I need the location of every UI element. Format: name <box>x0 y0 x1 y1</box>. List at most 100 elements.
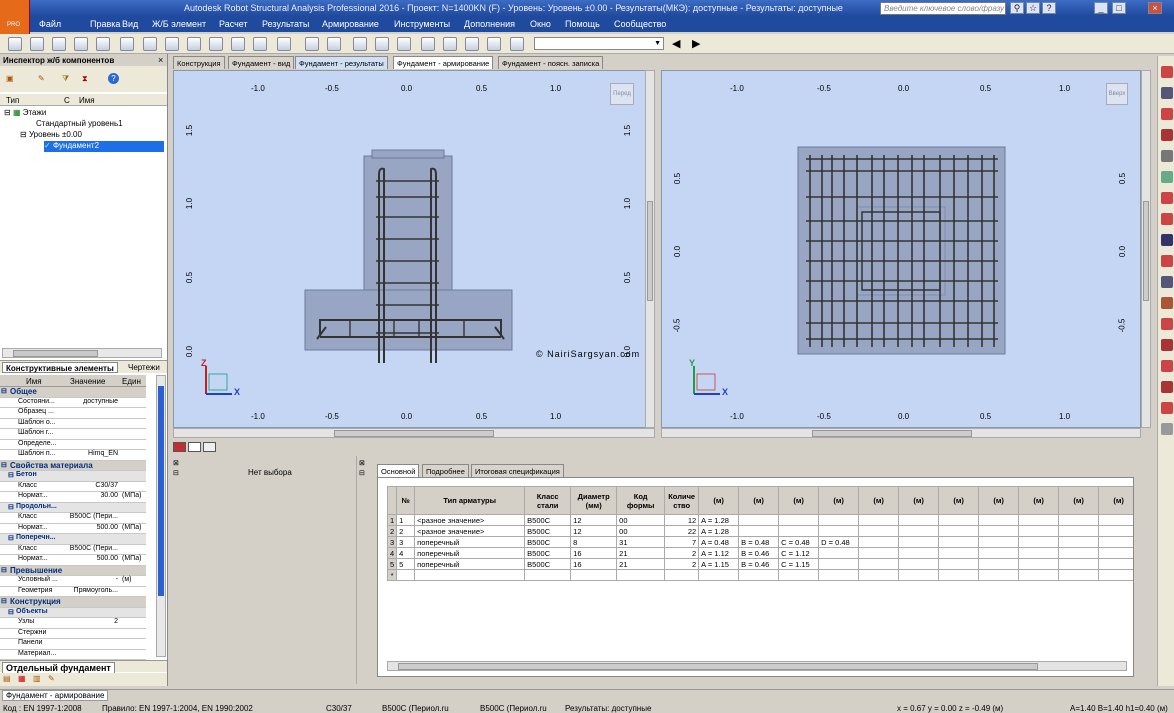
table-cell[interactable]: поперечный <box>414 558 526 570</box>
side-tool-icon[interactable] <box>1161 255 1173 267</box>
column-header[interactable]: (м) <box>778 486 820 515</box>
scissors-icon[interactable] <box>187 37 201 51</box>
table-cell[interactable] <box>978 569 1020 581</box>
close-icon[interactable]: × <box>158 55 163 65</box>
pin-icon[interactable]: ⊟ <box>173 469 179 477</box>
column-header[interactable]: (м) <box>858 486 900 515</box>
props-row[interactable]: Узлы 2 <box>0 618 146 629</box>
table-cell[interactable] <box>778 569 820 581</box>
table-cell[interactable] <box>738 525 780 537</box>
table-cell[interactable] <box>898 536 940 548</box>
collapse-icon[interactable]: ⊟ <box>8 471 14 479</box>
table-cell[interactable]: 21 <box>616 547 666 559</box>
menu-item[interactable]: Расчет <box>219 19 248 29</box>
prop-value[interactable]: Himq_EN <box>60 450 118 457</box>
table-cell[interactable] <box>818 547 860 559</box>
camera-icon[interactable] <box>143 37 157 51</box>
menu-item[interactable]: Инструменты <box>394 19 450 29</box>
props-row[interactable]: Геометрия Прямоуголь... <box>0 587 146 597</box>
tree-item-foundation[interactable]: ✓ Фундамент2 <box>44 141 164 152</box>
props-row[interactable]: Шаблон п... Himq_EN <box>0 450 146 461</box>
prop-value[interactable]: C30/37 <box>60 482 118 489</box>
table-cell[interactable] <box>938 558 980 570</box>
column-header[interactable]: (м) <box>698 486 740 515</box>
paste-icon[interactable] <box>231 37 245 51</box>
plan-view-hscroll[interactable] <box>661 428 1141 438</box>
table-cell[interactable]: C = 1.12 <box>778 547 820 559</box>
table-cell[interactable] <box>616 569 666 581</box>
plan-view-vscroll[interactable] <box>1141 70 1151 428</box>
rebar-icon[interactable]: ▦ <box>18 674 26 683</box>
table-cell[interactable] <box>938 525 980 537</box>
tab-elements[interactable]: Конструктивные элементы <box>2 362 118 373</box>
table-hscroll[interactable] <box>387 661 1127 671</box>
table-cell[interactable]: 00 <box>616 525 666 537</box>
menu-item[interactable]: Ж/Б элемент <box>152 19 206 29</box>
zoom-window-icon[interactable] <box>375 37 389 51</box>
components-icon[interactable]: ▣ <box>6 74 14 83</box>
table-cell[interactable] <box>570 569 618 581</box>
rebar-tool-icon[interactable] <box>397 37 411 51</box>
side-tool-icon[interactable] <box>1161 234 1173 246</box>
table-cell[interactable]: D = 0.48 <box>818 536 860 548</box>
table-cell[interactable] <box>664 569 700 581</box>
table-cell[interactable]: B500C <box>524 525 572 537</box>
settings-icon[interactable] <box>443 37 457 51</box>
props-row[interactable]: Состояни... доступные <box>0 398 146 408</box>
side-tool-icon[interactable] <box>1161 213 1173 225</box>
table-cell[interactable]: 31 <box>616 536 666 548</box>
column-header[interactable]: Класс стали <box>524 486 572 515</box>
toolbar-combo[interactable]: ▼ <box>534 37 664 50</box>
menu-item[interactable]: Окно <box>530 19 551 29</box>
table-cell[interactable]: <разное значение> <box>414 525 526 537</box>
pin-icon[interactable]: ⊟ <box>359 469 365 477</box>
table-cell[interactable] <box>1098 525 1133 537</box>
search-input[interactable]: Введите ключевое слово/фразу <box>880 2 1006 15</box>
table-cell[interactable] <box>1098 514 1133 526</box>
table-cell[interactable]: 00 <box>616 514 666 526</box>
cut-icon[interactable] <box>165 37 179 51</box>
props-row[interactable]: Стержни <box>0 629 146 639</box>
table-cell[interactable] <box>396 569 416 581</box>
table-cell[interactable]: 21 <box>616 558 666 570</box>
front-view-hscroll[interactable] <box>173 428 655 438</box>
table-row[interactable]: 5 5 поперечный B500C 16 21 2 A = 1.15 B = 0.46 C … <box>386 558 1133 570</box>
props-row[interactable]: Класс B500C (Пери... <box>0 513 146 524</box>
props-row[interactable]: Материал... <box>0 650 146 660</box>
list-icon[interactable]: ▤ <box>3 674 11 683</box>
table-cell[interactable]: 5 <box>396 558 416 570</box>
tab-details[interactable]: Подробнее <box>422 464 469 477</box>
table-cell[interactable]: A = 0.48 <box>698 536 740 548</box>
props-row[interactable]: Нормат... 500.00 (МПа) <box>0 555 146 566</box>
column-header[interactable]: Диаметр (мм) <box>570 486 618 515</box>
column-header[interactable]: Количе ство <box>664 486 700 515</box>
prop-value[interactable]: 30.00 <box>60 492 118 499</box>
undo-icon[interactable] <box>253 37 267 51</box>
menu-item[interactable]: Вид <box>122 19 138 29</box>
tab-basic[interactable]: Основной <box>377 464 420 477</box>
side-tool-icon[interactable] <box>1161 66 1173 78</box>
display-icon[interactable] <box>305 37 319 51</box>
props-row[interactable]: Условный ... - (м) <box>0 576 146 587</box>
side-tool-icon[interactable] <box>1161 297 1173 309</box>
prop-value[interactable]: B500C (Пери... <box>60 545 118 552</box>
table-cell[interactable] <box>938 514 980 526</box>
prop-value[interactable]: Прямоуголь... <box>60 587 118 594</box>
column-header[interactable]: (м) <box>978 486 1020 515</box>
prop-value[interactable]: 500.00 <box>60 524 118 531</box>
collapse-icon[interactable]: ⊟ <box>8 503 14 511</box>
help-icon[interactable]: ? <box>1042 2 1056 14</box>
menu-item[interactable]: Армирование <box>322 19 379 29</box>
props-group[interactable]: Объекты ⊟ <box>0 607 146 618</box>
table-cell[interactable]: 2 <box>664 558 700 570</box>
table-cell[interactable]: 2 <box>664 547 700 559</box>
props-group[interactable]: Поперечн... ⊟ <box>0 534 146 545</box>
prop-value[interactable]: B500C (Пери... <box>60 513 118 520</box>
side-tool-icon[interactable] <box>1161 381 1173 393</box>
table-cell[interactable] <box>818 514 860 526</box>
front-view-vscroll[interactable] <box>645 70 655 428</box>
redo-icon[interactable] <box>277 37 291 51</box>
drawing-icon[interactable]: ✎ <box>48 674 55 683</box>
menu-item[interactable]: Результаты <box>262 19 309 29</box>
props-group[interactable]: Бетон ⊟ <box>0 471 146 482</box>
